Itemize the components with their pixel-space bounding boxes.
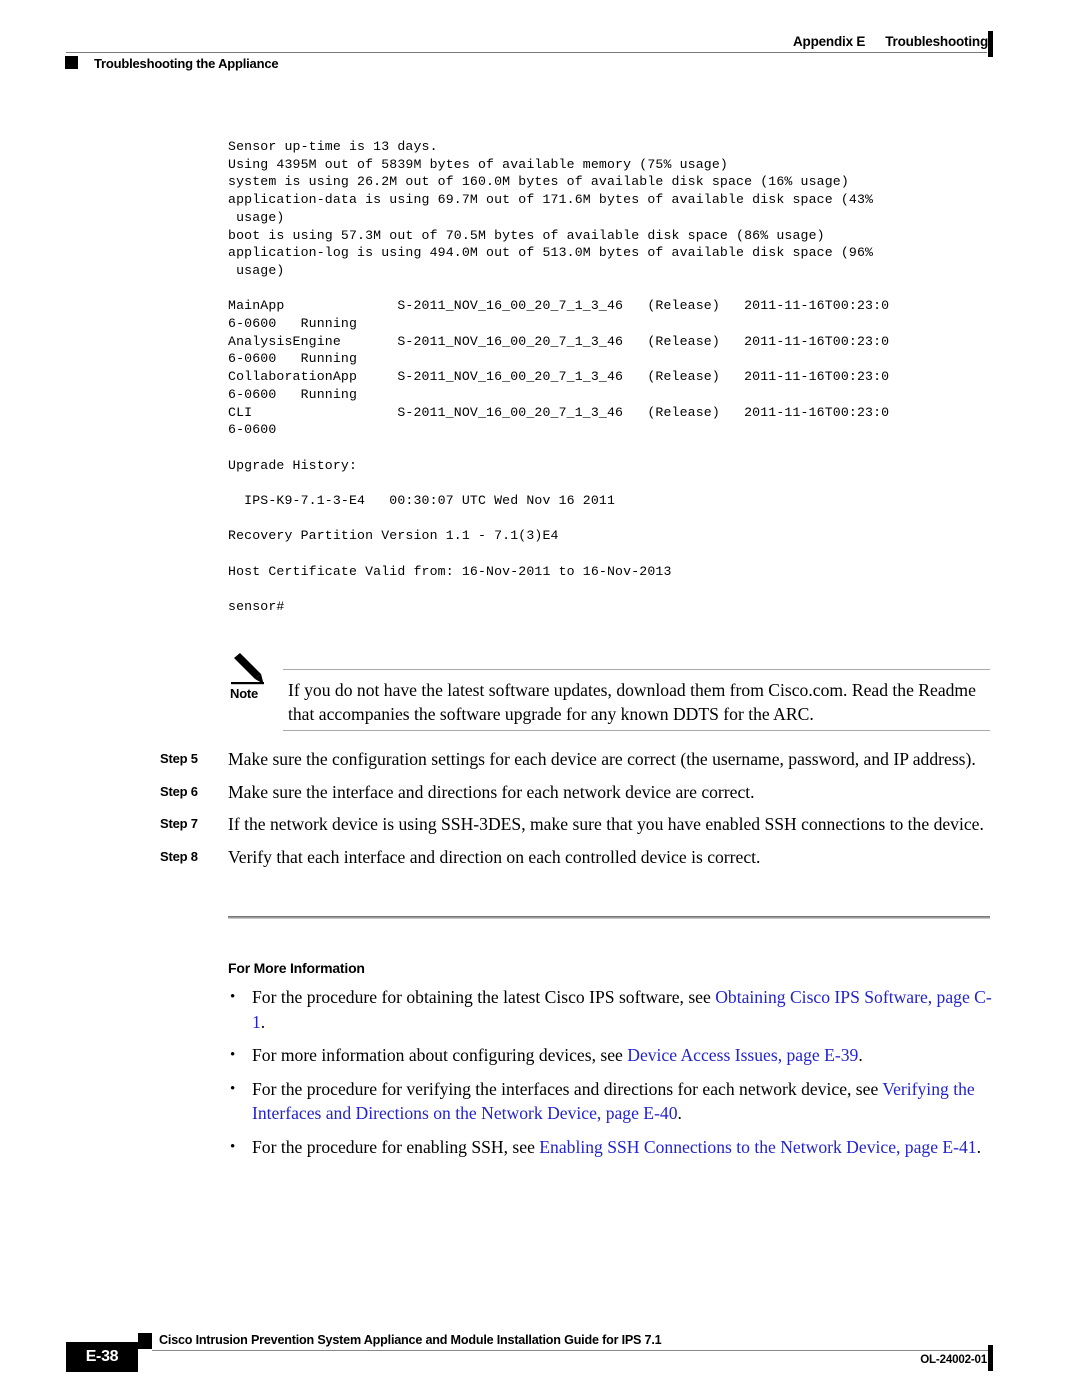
- console-line: Upgrade History:: [228, 457, 358, 473]
- section-divider: [228, 916, 990, 919]
- step-row: Step 8 Verify that each interface and dir…: [160, 846, 1010, 870]
- console-line: Sensor up-time is 13 days.: [228, 139, 438, 154]
- console-line: 6-0600 Running: [228, 386, 358, 402]
- console-line: boot is using 57.3M out of 70.5M bytes o…: [228, 227, 825, 243]
- step-text: If the network device is using SSH-3DES,…: [228, 814, 984, 834]
- step-row: Step 6 Make sure the interface and direct…: [160, 781, 1010, 805]
- console-line: MainApp S-2011_NOV_16_00_20_7_1_3_46 (Re…: [228, 298, 890, 314]
- pencil-icon: [230, 652, 270, 686]
- bullet-text: For the procedure for enabling SSH, see …: [252, 1135, 998, 1160]
- bullet-tail-text: .: [976, 1136, 982, 1157]
- bullet-text: For the procedure for obtaining the late…: [252, 985, 998, 1034]
- console-line: CollaborationApp S-2011_NOV_16_00_20_7_1…: [228, 369, 890, 385]
- for-more-information-heading: For More Information: [228, 960, 365, 976]
- console-line: 6-0600 Running: [228, 316, 358, 332]
- header-appendix-breadcrumb: Appendix E Troubleshooting: [793, 34, 988, 49]
- console-line: 6-0600: [228, 422, 277, 438]
- note-label: Note: [230, 686, 259, 701]
- page-footer: Cisco Intrusion Prevention System Applia…: [0, 1300, 1080, 1397]
- bullet-row: • For more information about configuring …: [228, 1043, 998, 1068]
- footer-edge-marker: [988, 1345, 993, 1371]
- console-line: CLI S-2011_NOV_16_00_20_7_1_3_46 (Releas…: [228, 404, 890, 420]
- header-appendix-title: Troubleshooting: [885, 34, 988, 49]
- console-line: Recovery Partition Version 1.1 - 7.1(3)E…: [228, 528, 559, 544]
- steps-list: Step 5 Make sure the configuration settin…: [160, 748, 1010, 878]
- bullet-text: For more information about configuring d…: [252, 1043, 998, 1068]
- bullet-row: • For the procedure for obtaining the lat…: [228, 985, 998, 1034]
- console-line: application-log is using 494.0M out of 5…: [228, 245, 874, 261]
- footer-divider: [152, 1350, 988, 1351]
- bullet-marker-icon: •: [230, 989, 236, 1005]
- header-appendix-label: Appendix E: [792, 34, 866, 49]
- footer-document-id: OL-24002-01: [920, 1353, 987, 1366]
- step-label: Step 8: [160, 848, 198, 864]
- bullet-tail-text: .: [260, 1011, 266, 1032]
- for-more-information-list: • For the procedure for obtaining the lat…: [228, 985, 998, 1168]
- bullet-text: For the procedure for verifying the inte…: [252, 1077, 998, 1126]
- footer-page-number: E-38: [85, 1348, 119, 1365]
- console-line: IPS-K9-7.1-3-E4 00:30:07 UTC Wed Nov 16 …: [228, 493, 616, 509]
- note-text: If you do not have the latest software u…: [288, 680, 976, 724]
- step-row: Step 7 If the network device is using SSH…: [160, 813, 1010, 837]
- console-line: sensor#: [228, 599, 285, 615]
- step-label: Step 5: [160, 751, 198, 766]
- step-text: Make sure the configuration settings for…: [228, 749, 976, 769]
- step-text: Make sure the interface and directions f…: [228, 781, 755, 802]
- bullet-lead-text: For more information about configuring d…: [252, 1045, 628, 1065]
- bullet-row: • For the procedure for verifying the int…: [228, 1077, 998, 1126]
- step-row: Step 5 Make sure the configuration settin…: [160, 748, 1010, 772]
- header-bullet-square-icon: [65, 56, 78, 69]
- bullet-marker-icon: •: [230, 1047, 236, 1063]
- bullet-tail-text: .: [858, 1045, 863, 1065]
- console-line: Host Certificate Valid from: 16-Nov-2011…: [228, 563, 672, 579]
- cross-reference-link[interactable]: Device Access Issues, page E-39: [627, 1045, 858, 1065]
- console-line: usage): [228, 209, 285, 225]
- console-line: system is using 26.2M out of 160.0M byte…: [228, 174, 849, 190]
- bullet-marker-icon: •: [230, 1138, 236, 1155]
- footer-book-title: Cisco Intrusion Prevention System Applia…: [159, 1333, 662, 1347]
- console-output-block: Sensor up-time is 13 days. Using 4395M ou…: [228, 138, 1018, 616]
- bullet-row: • For the procedure for enabling SSH, see…: [228, 1135, 998, 1160]
- console-line: AnalysisEngine S-2011_NOV_16_00_20_7_1_3…: [228, 333, 890, 349]
- note-rule-bottom: [283, 730, 990, 731]
- header-section-title: Troubleshooting the Appliance: [94, 56, 279, 71]
- page-header: Appendix E Troubleshooting Troubleshootin…: [0, 0, 1080, 86]
- cross-reference-link[interactable]: Enabling SSH Connections to the Network …: [539, 1137, 976, 1157]
- bullet-lead-text: For the procedure for obtaining the late…: [252, 987, 716, 1007]
- console-line: application-data is using 69.7M out of 1…: [228, 192, 874, 208]
- bullet-lead-text: For the procedure for verifying the inte…: [252, 1078, 883, 1099]
- note-rule-top: [283, 669, 990, 670]
- bullet-tail-text: .: [677, 1103, 682, 1123]
- footer-bullet-square-icon: [138, 1333, 152, 1349]
- step-text: Verify that each interface and direction…: [228, 846, 761, 867]
- step-label: Step 6: [160, 783, 198, 799]
- bullet-lead-text: For the procedure for enabling SSH, see: [252, 1136, 540, 1157]
- console-line: 6-0600 Running: [228, 351, 358, 367]
- step-label: Step 7: [160, 816, 198, 831]
- bullet-marker-icon: •: [230, 1080, 236, 1097]
- console-line: Using 4395M out of 5839M bytes of availa…: [228, 156, 728, 172]
- header-edge-marker: [988, 31, 993, 57]
- header-divider: [66, 52, 987, 53]
- console-line: usage): [228, 262, 285, 278]
